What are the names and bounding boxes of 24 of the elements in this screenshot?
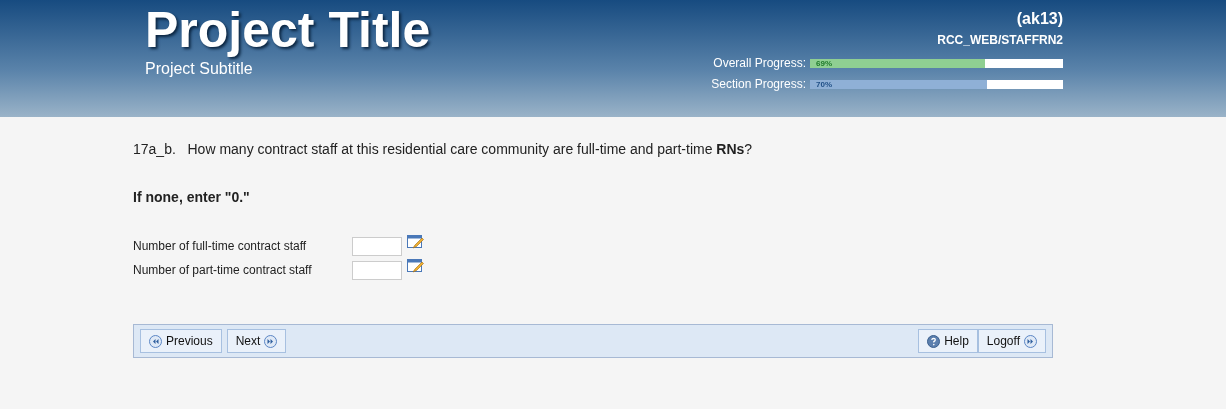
project-subtitle: Project Subtitle [145,60,254,78]
input-field[interactable] [352,236,402,256]
question-text: 17a_b. How many contract staff at this residential care community are full-time and part-time RNs? [133,141,754,157]
progress-reading: 70% [816,79,832,90]
progress-label: Overall Progress: [713,56,806,70]
survey-path: RCC_WEB/STAFFRN2 [937,33,1063,47]
rewind-icon [149,334,162,348]
pencil-icon[interactable] [407,235,424,251]
field-label: Number of full-time contract staff [133,239,308,253]
progress-reading: 69% [816,58,832,69]
pencil-icon[interactable] [407,259,424,275]
nav-button[interactable]: Previous [140,329,222,353]
forward-icon [1024,334,1037,348]
help-icon [927,334,941,348]
field-label: Number of part-time contract staff [133,263,313,277]
nav-button[interactable]: Next [226,329,287,353]
project-title: Project Title [145,2,431,58]
nav-button[interactable]: Logoff [977,329,1046,353]
input-field[interactable] [352,260,402,280]
nav-button[interactable]: Help [918,329,978,353]
user-id: (ak13) [1016,10,1063,28]
forward-icon [264,334,278,348]
progress-label: Section Progress: [711,77,806,91]
instruction-text: If none, enter "0." [133,189,251,205]
